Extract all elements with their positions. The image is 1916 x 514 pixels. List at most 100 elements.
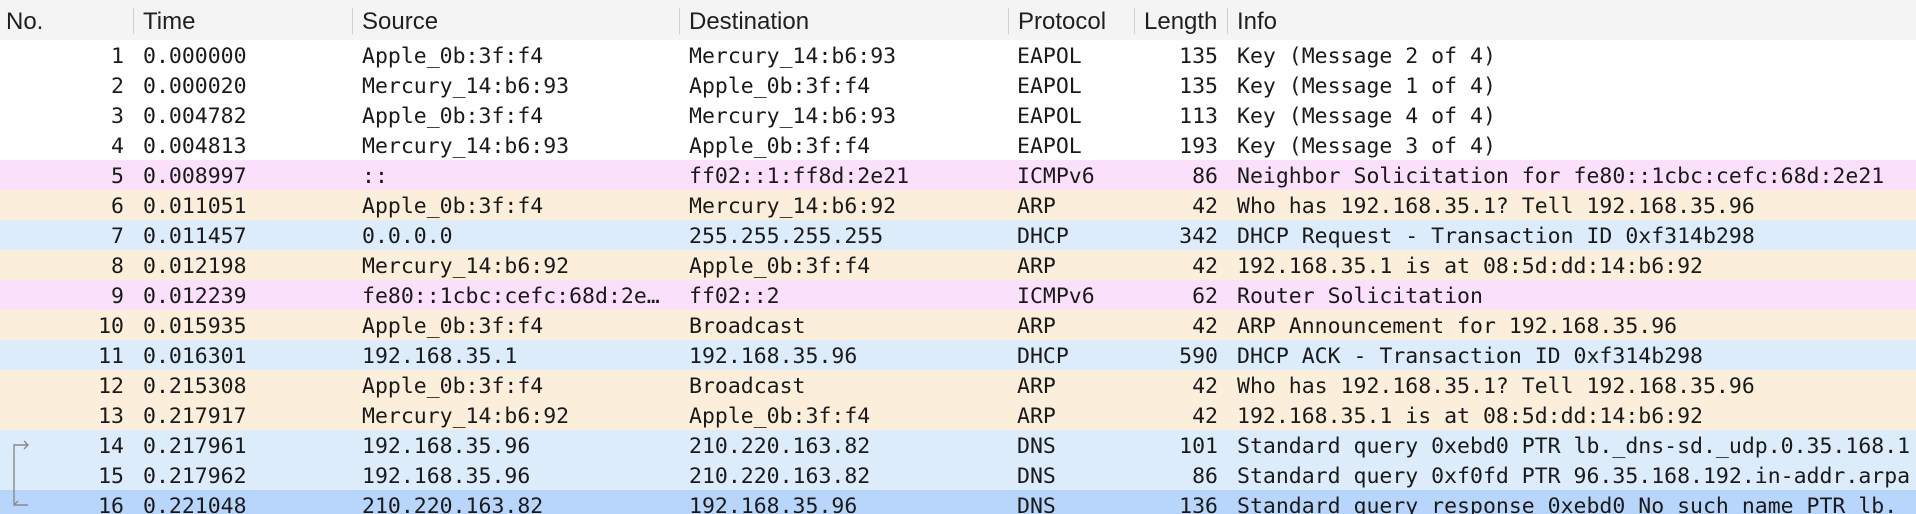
- column-divider[interactable]: [133, 8, 134, 34]
- packet-time: 0.217917: [143, 404, 247, 429]
- packet-info: Router Solicitation: [1237, 284, 1483, 309]
- packet-destination: Apple_0b:3f:f4: [689, 404, 871, 429]
- column-divider[interactable]: [1227, 8, 1228, 34]
- packet-source: Apple_0b:3f:f4: [362, 314, 544, 339]
- packet-source: Mercury_14:b6:92: [362, 404, 570, 429]
- packet-row[interactable]: 2 0.000020 Mercury_14:b6:93 Apple_0b:3f:f4 E…: [0, 70, 1916, 100]
- packet-time: 0.221048: [143, 494, 247, 514]
- packet-destination: Apple_0b:3f:f4: [689, 254, 871, 279]
- packet-destination: 210.220.163.82: [689, 434, 871, 459]
- packet-destination: 255.255.255.255: [689, 224, 884, 249]
- column-divider[interactable]: [1134, 8, 1135, 34]
- packet-number: 12: [98, 374, 124, 399]
- column-divider[interactable]: [352, 8, 353, 34]
- packet-length: 113: [1179, 104, 1218, 129]
- packet-number: 10: [98, 314, 124, 339]
- packet-destination: Broadcast: [689, 374, 806, 399]
- packet-row[interactable]: 3 0.004782 Apple_0b:3f:f4 Mercury_14:b6:93 E…: [0, 100, 1916, 130]
- packet-destination: Apple_0b:3f:f4: [689, 134, 871, 159]
- packet-protocol: EAPOL: [1017, 74, 1082, 99]
- packet-row[interactable]: 15 0.217962 192.168.35.96 210.220.163.82 DNS…: [0, 460, 1916, 490]
- packet-protocol: DHCP: [1017, 344, 1069, 369]
- packet-row[interactable]: 9 0.012239 fe80::1cbc:cefc:68d:2e… ff02::2 I…: [0, 280, 1916, 310]
- packet-info: Standard query response 0xebd0 No such n…: [1237, 494, 1911, 514]
- packet-info: ARP Announcement for 192.168.35.96: [1237, 314, 1678, 339]
- packet-info: Who has 192.168.35.1? Tell 192.168.35.96: [1237, 194, 1755, 219]
- packet-row[interactable]: 10 0.015935 Apple_0b:3f:f4 Broadcast ARP 42 AR…: [0, 310, 1916, 340]
- packet-destination: ff02::2: [689, 284, 780, 309]
- packet-time: 0.000020: [143, 74, 247, 99]
- packet-time: 0.217961: [143, 434, 247, 459]
- packet-row[interactable]: 6 0.011051 Apple_0b:3f:f4 Mercury_14:b6:92 A…: [0, 190, 1916, 220]
- packet-row[interactable]: 11 0.016301 192.168.35.1 192.168.35.96 DHCP 5…: [0, 340, 1916, 370]
- packet-length: 193: [1179, 134, 1218, 159]
- packet-number: 11: [98, 344, 124, 369]
- packet-info: Key (Message 3 of 4): [1237, 134, 1496, 159]
- column-header-length[interactable]: Length: [1138, 0, 1226, 40]
- column-header-time[interactable]: Time: [137, 0, 351, 40]
- packet-protocol: ARP: [1017, 374, 1056, 399]
- packet-time: 0.008997: [143, 164, 247, 189]
- packet-row[interactable]: 16 0.221048 210.220.163.82 192.168.35.96 DNS…: [0, 490, 1916, 514]
- packet-source: Apple_0b:3f:f4: [362, 104, 544, 129]
- packet-info: Key (Message 1 of 4): [1237, 74, 1496, 99]
- packet-list[interactable]: No. Time Source Destination Protocol Len…: [0, 0, 1916, 514]
- packet-row[interactable]: 12 0.215308 Apple_0b:3f:f4 Broadcast ARP 42 Wh…: [0, 370, 1916, 400]
- packet-source: Mercury_14:b6:92: [362, 254, 570, 279]
- packet-row[interactable]: 5 0.008997:: ff02::1:ff8d:2e21 ICMPv6 86 Neig…: [0, 160, 1916, 190]
- packet-time: 0.012239: [143, 284, 247, 309]
- packet-source: Apple_0b:3f:f4: [362, 374, 544, 399]
- packet-protocol: DNS: [1017, 464, 1056, 489]
- packet-row[interactable]: 14 0.217961 192.168.35.96 210.220.163.82 DNS…: [0, 430, 1916, 460]
- packet-info: Standard query 0xf0fd PTR 96.35.168.192.…: [1237, 464, 1911, 489]
- packet-number: 3: [111, 104, 124, 129]
- packet-number: 6: [111, 194, 124, 219]
- packet-length: 590: [1179, 344, 1218, 369]
- column-header-protocol[interactable]: Protocol: [1012, 0, 1133, 40]
- packet-row[interactable]: 1 0.000000 Apple_0b:3f:f4 Mercury_14:b6:93 E…: [0, 40, 1916, 70]
- packet-time: 0.015935: [143, 314, 247, 339]
- packet-info: DHCP ACK - Transaction ID 0xf314b298: [1237, 344, 1703, 369]
- packet-protocol: DNS: [1017, 494, 1056, 514]
- packet-number: 13: [98, 404, 124, 429]
- packet-time: 0.011457: [143, 224, 247, 249]
- column-header-source[interactable]: Source: [356, 0, 678, 40]
- packet-number: 1: [111, 44, 124, 69]
- packet-source: Apple_0b:3f:f4: [362, 44, 544, 69]
- packet-length: 135: [1179, 44, 1218, 69]
- packet-protocol: ARP: [1017, 194, 1056, 219]
- packet-time: 0.215308: [143, 374, 247, 399]
- packet-protocol: ARP: [1017, 254, 1056, 279]
- packet-protocol: EAPOL: [1017, 134, 1082, 159]
- packet-number: 15: [98, 464, 124, 489]
- packet-source: ::: [362, 164, 388, 189]
- packet-info: 192.168.35.1 is at 08:5d:dd:14:b6:92: [1237, 254, 1703, 279]
- packet-destination: ff02::1:ff8d:2e21: [689, 164, 910, 189]
- column-divider[interactable]: [1008, 8, 1009, 34]
- packet-source: 0.0.0.0: [362, 224, 453, 249]
- packet-destination: 210.220.163.82: [689, 464, 871, 489]
- packet-destination: Apple_0b:3f:f4: [689, 74, 871, 99]
- packet-info: Standard query 0xebd0 PTR lb._dns-sd._ud…: [1237, 434, 1911, 459]
- packet-time: 0.004813: [143, 134, 247, 159]
- column-divider[interactable]: [679, 8, 680, 34]
- packet-time: 0.000000: [143, 44, 247, 69]
- packet-source: 192.168.35.96: [362, 464, 531, 489]
- packet-row[interactable]: 4 0.004813 Mercury_14:b6:93 Apple_0b:3f:f4 E…: [0, 130, 1916, 160]
- packet-row[interactable]: 13 0.217917 Mercury_14:b6:92 Apple_0b:3f:f4…: [0, 400, 1916, 430]
- packet-row[interactable]: 8 0.012198 Mercury_14:b6:92 Apple_0b:3f:f4 A…: [0, 250, 1916, 280]
- packet-info: Neighbor Solicitation for fe80::1cbc:cef…: [1237, 164, 1885, 189]
- packet-info: Key (Message 2 of 4): [1237, 44, 1496, 69]
- packet-time: 0.004782: [143, 104, 247, 129]
- packet-destination: 192.168.35.96: [689, 494, 858, 514]
- column-header-info[interactable]: Info: [1231, 0, 1916, 40]
- packet-source: Mercury_14:b6:93: [362, 74, 570, 99]
- packet-row[interactable]: 7 0.011457 0.0.0.0 255.255.255.255 DHCP 342 DH…: [0, 220, 1916, 250]
- packet-source: 192.168.35.1: [362, 344, 518, 369]
- packet-length: 136: [1179, 494, 1218, 514]
- packet-info: 192.168.35.1 is at 08:5d:dd:14:b6:92: [1237, 404, 1703, 429]
- column-header-destination[interactable]: Destination: [683, 0, 1007, 40]
- column-header-no[interactable]: No.: [0, 0, 132, 40]
- packet-destination: Mercury_14:b6:93: [689, 44, 897, 69]
- packet-protocol: ICMPv6: [1017, 284, 1095, 309]
